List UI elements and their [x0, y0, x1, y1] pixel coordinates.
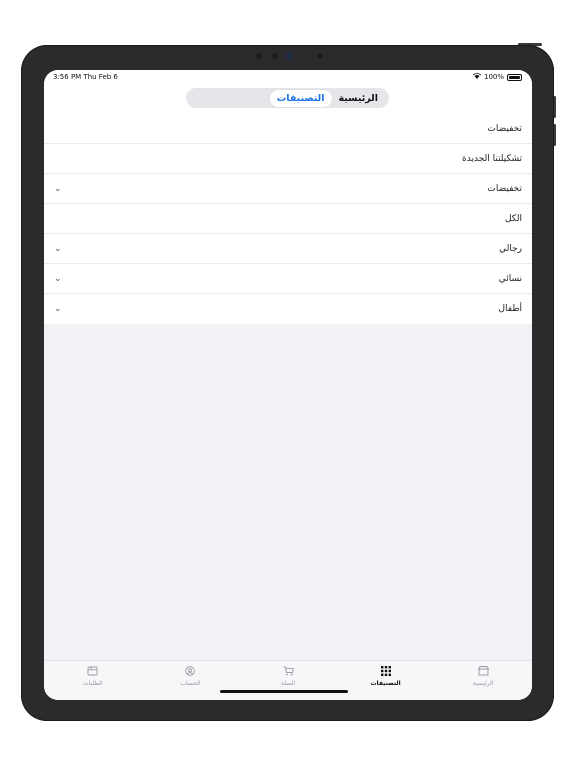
store-icon — [477, 666, 489, 678]
category-row[interactable]: تخفيضات ⌄ — [44, 174, 532, 204]
category-label: تخفيضات — [487, 123, 522, 134]
app-screen: 3:56 PM Thu Feb 6 100% الرئيسية التصنيفا… — [44, 70, 532, 700]
camera-icon — [286, 53, 292, 59]
grid-icon — [380, 666, 391, 678]
categories-list: تخفيضات تشكيلتنا الجديدة تخفيضات ⌄ الكل … — [44, 114, 532, 324]
account-icon — [185, 666, 196, 678]
category-row[interactable]: تخفيضات — [44, 114, 532, 144]
category-label: تشكيلتنا الجديدة — [462, 153, 522, 164]
category-row[interactable]: الكل — [44, 204, 532, 234]
chevron-down-icon[interactable]: ⌄ — [54, 244, 62, 254]
category-row[interactable]: نسائي ⌄ — [44, 264, 532, 294]
tab-label: الرئيسية — [472, 680, 494, 687]
tab-label: السلة — [280, 680, 296, 687]
cart-icon — [283, 666, 294, 678]
tab-label: الطلبات — [82, 680, 103, 687]
segmented-control: الرئيسية التصنيفات — [186, 88, 389, 108]
category-label: تخفيضات — [487, 183, 522, 194]
category-row[interactable]: رجالي ⌄ — [44, 234, 532, 264]
battery-percent: 100% — [483, 73, 504, 81]
category-row[interactable]: تشكيلتنا الجديدة — [44, 144, 532, 174]
wifi-icon — [472, 73, 482, 81]
category-label: رجالي — [499, 243, 522, 254]
category-label: الكل — [504, 213, 522, 224]
home-indicator[interactable] — [220, 690, 348, 693]
tab-label: الحساب — [180, 680, 201, 687]
tab-home[interactable]: الرئيسية — [438, 661, 528, 700]
sensor-icon — [272, 53, 278, 59]
status-time: 3:56 PM Thu Feb 6 — [53, 73, 118, 81]
sensor-icon — [256, 53, 262, 59]
chevron-down-icon[interactable]: ⌄ — [54, 274, 62, 284]
chevron-down-icon[interactable]: ⌄ — [54, 304, 62, 314]
top-nav: الرئيسية التصنيفات — [44, 84, 532, 114]
tab-account[interactable]: الحساب — [145, 661, 235, 700]
category-row[interactable]: أطفال ⌄ — [44, 294, 532, 324]
orders-icon — [87, 666, 98, 678]
status-indicators: 100% — [472, 73, 522, 81]
segment-home[interactable]: الرئيسية — [332, 90, 385, 107]
chevron-down-icon[interactable]: ⌄ — [54, 184, 62, 194]
category-label: نسائي — [498, 273, 522, 284]
sensor-icon — [317, 53, 323, 59]
status-bar: 3:56 PM Thu Feb 6 100% — [44, 70, 532, 84]
tab-cart[interactable]: السلة — [243, 661, 333, 700]
battery-icon — [507, 73, 522, 81]
tab-categories[interactable]: التصنيفات — [341, 661, 431, 700]
tab-orders[interactable]: الطلبات — [48, 661, 138, 700]
tab-bar: الرئيسية التصنيفات السلة الحساب الطلبات — [44, 660, 532, 700]
segment-categories[interactable]: التصنيفات — [269, 89, 332, 107]
category-label: أطفال — [498, 304, 523, 314]
tab-label: التصنيفات — [370, 680, 401, 687]
